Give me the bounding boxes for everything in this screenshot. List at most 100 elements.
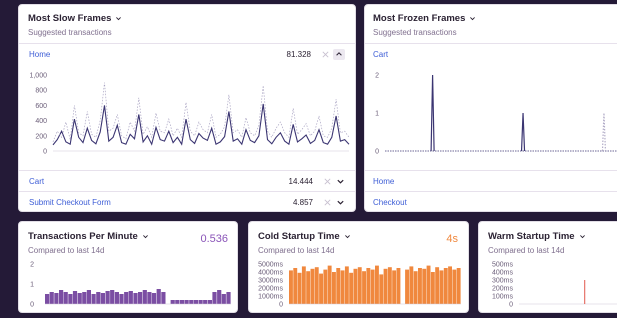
area-bar [72, 291, 78, 304]
area-bar [114, 292, 119, 304]
slow-frames-active-link[interactable]: Home [29, 50, 50, 59]
area-bar [430, 272, 435, 304]
area-bar [86, 290, 91, 304]
slow-frames-ytick: 200 [35, 133, 47, 140]
area-bar [189, 300, 194, 304]
slow-frames-chart: 1,000 800 600 400 200 0 [29, 73, 350, 156]
area-bar [77, 293, 82, 304]
cold-startup-title: Cold Startup Time [258, 231, 340, 242]
cold-startup-title-dropdown[interactable]: Cold Startup Time [258, 231, 351, 242]
area-bar [392, 270, 397, 304]
frozen-frames-active-link[interactable]: Cart [373, 50, 388, 59]
area-bar [226, 292, 231, 304]
chevron-down-icon [142, 235, 148, 239]
area-bar [138, 292, 143, 304]
slow-frames-item-value: 14.444 [288, 176, 313, 186]
cold-startup-ytick: 4000ms [258, 270, 283, 277]
warm-startup-title: Warm Startup Time [488, 231, 575, 242]
area-bar [124, 292, 129, 304]
chevron-down-icon [344, 235, 350, 239]
area-bar [366, 268, 371, 304]
warm-startup-ytick: 0 [509, 302, 513, 309]
area-bar [418, 268, 422, 304]
list-item[interactable]: Home [365, 170, 617, 191]
cold-startup-ytick: 2000ms [258, 286, 283, 293]
area-bar [314, 267, 319, 304]
slow-frames-panel: Most Slow Frames Suggested transactions … [18, 4, 356, 212]
warm-startup-subtitle: Compared to last 14d [488, 246, 565, 255]
area-bar [170, 300, 175, 304]
area-bar [375, 265, 379, 304]
area-bar [310, 268, 315, 304]
frozen-frames-title-dropdown[interactable]: Most Frozen Frames [373, 13, 476, 24]
slow-frames-title: Most Slow Frames [28, 13, 112, 24]
warm-startup-title-dropdown[interactable]: Warm Startup Time [488, 231, 586, 242]
area-bar [357, 267, 362, 304]
tpm-panel: Transactions Per Minute Compared to last… [18, 221, 238, 313]
area-bar [54, 293, 59, 304]
close-icon[interactable] [323, 177, 332, 186]
area-bar [405, 269, 409, 304]
slow-frames-ytick: 800 [35, 88, 47, 95]
area-bar [217, 290, 222, 304]
cold-startup-ytick: 0 [279, 302, 283, 309]
area-bar [443, 268, 448, 304]
chevron-down-icon[interactable] [336, 198, 345, 207]
warm-startup-ytick: 100ms [492, 294, 514, 301]
area-bar [91, 294, 96, 304]
chevron-down-icon [470, 17, 476, 21]
slow-frames-item-link[interactable]: Submit Checkout Form [29, 198, 111, 207]
frozen-frames-chart: 2 1 0 [375, 73, 617, 156]
area-bar [297, 272, 302, 304]
close-icon[interactable] [323, 198, 332, 207]
tpm-subtitle: Compared to last 14d [28, 246, 105, 255]
slow-frames-title-dropdown[interactable]: Most Slow Frames [28, 13, 122, 24]
area-bar [353, 268, 358, 304]
chevron-up-icon [336, 52, 342, 56]
area-bar [349, 272, 354, 304]
slow-frames-ytick: 0 [43, 149, 47, 156]
tpm-title-dropdown[interactable]: Transactions Per Minute [28, 231, 149, 242]
frozen-frames-title: Most Frozen Frames [373, 13, 466, 24]
area-bar [161, 292, 166, 304]
list-item-active[interactable]: Home 81.328 [19, 43, 355, 64]
slow-frames-item-link[interactable]: Cart [29, 177, 44, 186]
area-bar [452, 269, 457, 304]
area-bar [82, 292, 87, 304]
cold-startup-panel: Cold Startup Time Compared to last 14d 4… [248, 221, 469, 313]
area-bar [198, 300, 203, 304]
list-item[interactable]: Cart 14.444 [19, 170, 355, 191]
area-bar [379, 274, 384, 304]
area-bar [207, 300, 212, 304]
area-bar [49, 292, 54, 304]
area-bar [456, 268, 461, 304]
tpm-chart: 2 1 0 [30, 262, 231, 309]
area-bar [59, 290, 64, 304]
area-bar [156, 289, 161, 304]
frozen-frames-item-link[interactable]: Home [373, 177, 394, 186]
slow-frames-ytick: 600 [35, 103, 47, 110]
area-bar [435, 267, 440, 304]
area-bar [100, 293, 105, 304]
collapse-button[interactable] [333, 48, 345, 60]
area-bar [203, 300, 208, 304]
tpm-ytick: 1 [30, 282, 34, 289]
chevron-down-icon[interactable] [336, 177, 345, 186]
area-bar [426, 265, 431, 304]
list-item-active[interactable]: Cart [365, 43, 617, 64]
frozen-frames-item-link[interactable]: Checkout [373, 198, 407, 207]
series-line-2 [52, 82, 350, 143]
close-icon[interactable] [321, 50, 330, 59]
list-item[interactable]: Checkout [365, 191, 617, 211]
list-item[interactable]: Submit Checkout Form 4.857 [19, 191, 355, 211]
chevron-down-icon [116, 17, 122, 21]
cold-startup-chart: 5000ms4000ms3000ms2000ms1000ms0 [258, 262, 461, 309]
warm-startup-ytick: 500ms [492, 262, 514, 269]
slow-frames-ytick: 1,000 [29, 73, 47, 80]
area-bar [340, 270, 345, 304]
area-bar [323, 269, 328, 304]
tpm-title: Transactions Per Minute [28, 231, 138, 242]
area-bar [387, 267, 392, 304]
warm-startup-ytick: 200ms [492, 286, 514, 293]
area-bar [110, 290, 115, 304]
